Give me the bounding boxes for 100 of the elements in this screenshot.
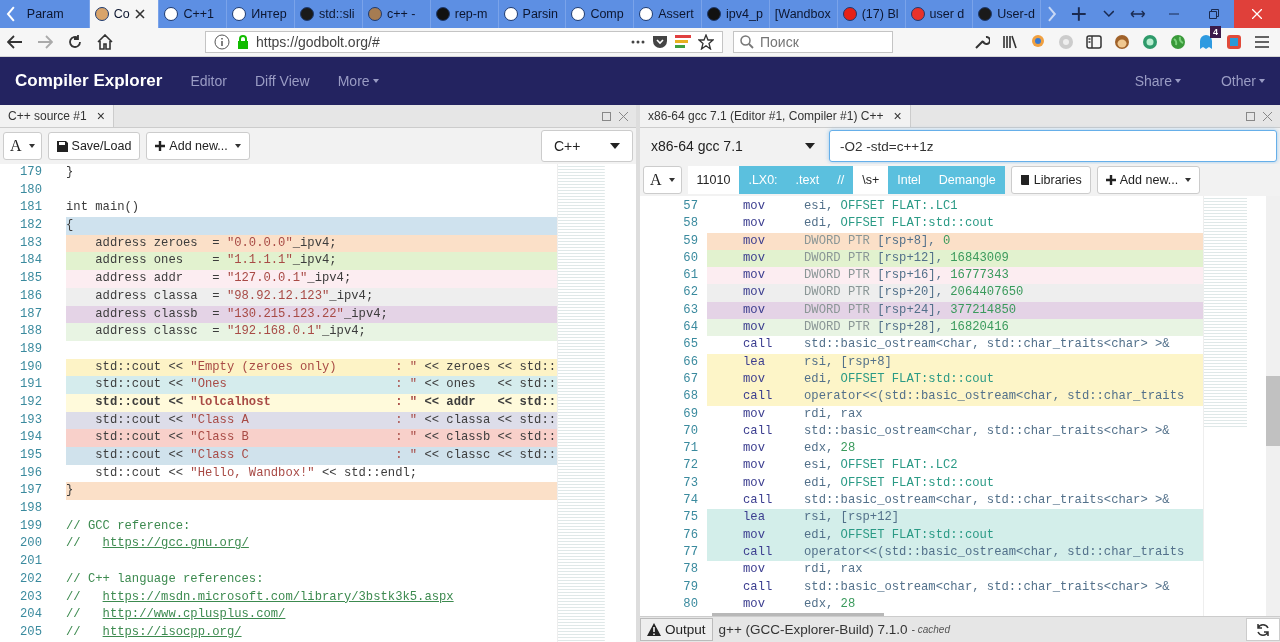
line-number: 187 — [19, 305, 42, 323]
asm-line: mov rdi, rax — [742, 405, 864, 423]
refresh-icon — [1256, 622, 1270, 637]
lock-icon — [237, 35, 249, 49]
line-number: 79 — [682, 578, 698, 596]
sidebar-icon[interactable] — [1086, 35, 1102, 49]
tab-title: c++ - — [386, 7, 416, 21]
filter-toggle[interactable]: \s+ — [853, 166, 889, 194]
browser-tab[interactable]: Co — [89, 0, 160, 28]
back-arrow-icon[interactable] — [7, 35, 23, 49]
more-icon[interactable] — [631, 40, 645, 44]
code-link[interactable]: https://msdn.microsoft.com/library/3bstk3k5.aspx — [102, 589, 454, 604]
asm-line: mov esi, OFFSET FLAT:.LC1 — [742, 198, 959, 215]
nav-link[interactable]: More — [337, 73, 379, 89]
site-title[interactable]: Compiler Explorer — [15, 71, 163, 91]
search-icon — [740, 35, 754, 49]
filter-toggle[interactable]: 11010 — [687, 166, 740, 194]
nav-link[interactable]: Share — [1134, 73, 1181, 89]
pocket-icon[interactable] — [652, 35, 668, 49]
line-number: 66 — [682, 353, 698, 371]
line-number: 198 — [19, 500, 42, 518]
tab-title: user d — [929, 7, 965, 21]
line-number: 190 — [19, 358, 42, 376]
chevron-down-icon[interactable] — [1102, 10, 1115, 18]
code-line: // https://gcc.gnu.org/ — [66, 535, 250, 553]
nav-link[interactable]: Editor — [190, 73, 227, 89]
line-number: 200 — [19, 535, 42, 553]
chevron-right-icon[interactable] — [1047, 6, 1057, 22]
scrollbar-thumb[interactable] — [1266, 376, 1280, 446]
add-new-button[interactable]: Add new... — [1096, 166, 1201, 194]
maximize-icon[interactable] — [1246, 111, 1255, 121]
line-number: 63 — [682, 301, 698, 319]
asm-line: mov edx, 28 — [742, 440, 857, 458]
tab-title: Co — [113, 7, 130, 21]
address-bar[interactable]: https://godbolt.org/# — [205, 31, 723, 53]
star-icon[interactable] — [698, 34, 714, 50]
line-number: 74 — [682, 492, 698, 510]
libraries-button[interactable]: Libraries — [1010, 166, 1091, 194]
cached-label: - cached — [911, 624, 950, 635]
maximize-icon[interactable] — [602, 111, 611, 121]
code-link[interactable]: https://gcc.gnu.org/ — [102, 536, 249, 551]
line-number: 57 — [682, 198, 698, 215]
monkey-icon[interactable] — [1114, 34, 1130, 50]
compiler-options-field[interactable]: -O2 -std=c++1z — [829, 130, 1277, 162]
color-bars-icon[interactable] — [675, 35, 691, 49]
code-link[interactable]: http://www.cplusplus.com/ — [102, 607, 286, 622]
line-number: 69 — [682, 405, 698, 423]
line-number: 71 — [682, 440, 698, 458]
ghost-icon[interactable] — [1198, 34, 1214, 50]
close-icon — [1252, 9, 1263, 19]
font-size-button[interactable]: A — [3, 132, 42, 160]
info-icon[interactable] — [214, 34, 230, 50]
line-number: 181 — [19, 199, 42, 217]
line-number: 192 — [19, 393, 42, 411]
font-size-button[interactable]: A — [643, 166, 682, 194]
line-number: 205 — [19, 623, 42, 641]
extension-icon[interactable] — [1030, 34, 1046, 50]
add-new-button[interactable]: Add new... — [146, 132, 250, 160]
plus-icon[interactable] — [1070, 6, 1087, 22]
line-number: 185 — [19, 270, 42, 288]
save-load-button[interactable]: Save/Load — [47, 132, 141, 160]
refresh-button[interactable] — [1246, 618, 1280, 641]
asm-line: mov edi, OFFSET FLAT:std::cout — [742, 474, 996, 492]
chevron-left-icon[interactable] — [6, 6, 16, 22]
editor-tab[interactable]: C++ source #1 × — [0, 105, 114, 127]
line-number: 60 — [682, 249, 698, 267]
line-number: 189 — [19, 340, 42, 358]
compiler-tab[interactable]: x86-64 gcc 7.1 (Editor #1, Compiler #1) C++ × — [640, 105, 911, 127]
extension-icon[interactable] — [1142, 34, 1158, 50]
reload-icon[interactable] — [67, 34, 83, 50]
globe-icon[interactable] — [1170, 34, 1186, 50]
asm-line: call std::basic_ostream<char, std::char_traits<char> >& — [742, 336, 1171, 354]
extension-icon[interactable] — [1226, 34, 1242, 50]
line-number: 183 — [19, 234, 42, 252]
restore-icon — [1209, 9, 1220, 19]
line-number: 59 — [682, 232, 698, 250]
line-number: 64 — [682, 319, 698, 337]
nav-link[interactable]: Other — [1221, 73, 1265, 89]
line-number: 70 — [682, 422, 698, 440]
tab-title: Assert — [658, 7, 694, 21]
book-icon — [1019, 174, 1030, 186]
wrench-icon[interactable] — [974, 34, 990, 50]
code-link[interactable]: https://isocpp.org/ — [102, 624, 242, 639]
tab-title: C++1 — [183, 7, 214, 21]
menu-icon[interactable] — [1254, 35, 1270, 49]
home-icon[interactable] — [97, 34, 113, 50]
line-number: 197 — [19, 482, 42, 500]
code-line: // https://isocpp.org/ — [66, 623, 243, 641]
line-number: 75 — [682, 509, 698, 527]
search-field[interactable]: Поиск — [733, 31, 893, 53]
compiler-select[interactable]: x86-64 gcc 7.1 — [643, 130, 823, 162]
library-icon[interactable] — [1002, 34, 1018, 50]
nav-link[interactable]: Diff View — [254, 73, 310, 89]
resize-arrows-icon[interactable] — [1130, 9, 1147, 19]
output-button[interactable]: Output — [640, 618, 713, 641]
line-number: 199 — [19, 517, 42, 535]
close-icon[interactable] — [134, 9, 145, 19]
language-select[interactable]: C++ — [541, 130, 633, 162]
line-number: 191 — [19, 376, 42, 394]
code-line: } — [66, 164, 75, 181]
